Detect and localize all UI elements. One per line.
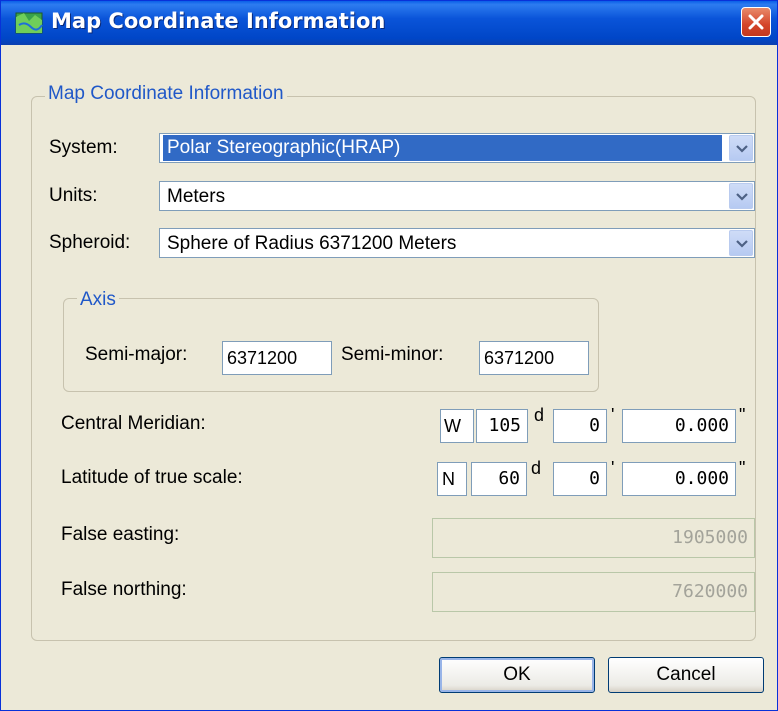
false-easting-field: 1905000 — [432, 518, 755, 558]
spheroid-value: Sphere of Radius 6371200 Meters — [167, 233, 457, 254]
seconds-symbol: " — [739, 405, 746, 425]
cancel-button[interactable]: Cancel — [608, 657, 764, 693]
central-meridian-degrees[interactable]: 105 — [476, 409, 528, 443]
axis-group-legend: Axis — [77, 289, 119, 311]
chevron-down-icon[interactable] — [729, 183, 753, 209]
system-dropdown[interactable]: Polar Stereographic(HRAP) — [159, 133, 755, 163]
false-easting-label: False easting: — [61, 524, 180, 545]
spheroid-label: Spheroid: — [49, 232, 131, 253]
chevron-down-icon[interactable] — [729, 230, 753, 256]
close-icon — [748, 14, 764, 30]
seconds-symbol: " — [739, 458, 746, 478]
semi-major-label: Semi-major: — [85, 344, 188, 365]
latitude-minutes[interactable]: 0 — [553, 462, 607, 496]
system-value: Polar Stereographic(HRAP) — [163, 135, 722, 161]
chevron-down-icon[interactable] — [729, 135, 753, 161]
ok-button[interactable]: OK — [439, 657, 595, 693]
minutes-symbol: ' — [611, 405, 615, 425]
latitude-seconds[interactable]: 0.000 — [622, 462, 736, 496]
map-icon — [15, 11, 43, 35]
central-meridian-seconds[interactable]: 0.000 — [622, 409, 736, 443]
semi-major-field[interactable]: 6371200 — [222, 341, 332, 375]
system-label: System: — [49, 137, 118, 158]
units-value: Meters — [167, 186, 226, 207]
close-button[interactable] — [741, 7, 771, 37]
central-meridian-label: Central Meridian: — [61, 413, 206, 434]
spheroid-dropdown[interactable]: Sphere of Radius 6371200 Meters — [159, 228, 755, 258]
title-bar[interactable]: Map Coordinate Information — [1, 1, 777, 45]
central-meridian-hemisphere[interactable]: W — [440, 409, 474, 443]
false-northing-label: False northing: — [61, 579, 187, 600]
minutes-symbol: ' — [611, 458, 615, 478]
window-title: Map Coordinate Information — [51, 9, 386, 33]
semi-minor-field[interactable]: 6371200 — [479, 341, 589, 375]
latitude-label: Latitude of true scale: — [61, 467, 243, 488]
coordinate-group-legend: Map Coordinate Information — [45, 83, 287, 105]
map-coordinate-dialog: Map Coordinate Information Map Coordinat… — [0, 0, 778, 711]
central-meridian-minutes[interactable]: 0 — [553, 409, 607, 443]
units-label: Units: — [49, 185, 98, 206]
degrees-symbol: d — [531, 458, 542, 478]
semi-minor-label: Semi-minor: — [341, 344, 444, 365]
latitude-degrees[interactable]: 60 — [471, 462, 527, 496]
units-dropdown[interactable]: Meters — [159, 181, 755, 211]
degrees-symbol: d — [534, 405, 545, 425]
latitude-hemisphere[interactable]: N — [437, 462, 467, 496]
false-northing-field: 7620000 — [432, 572, 755, 612]
